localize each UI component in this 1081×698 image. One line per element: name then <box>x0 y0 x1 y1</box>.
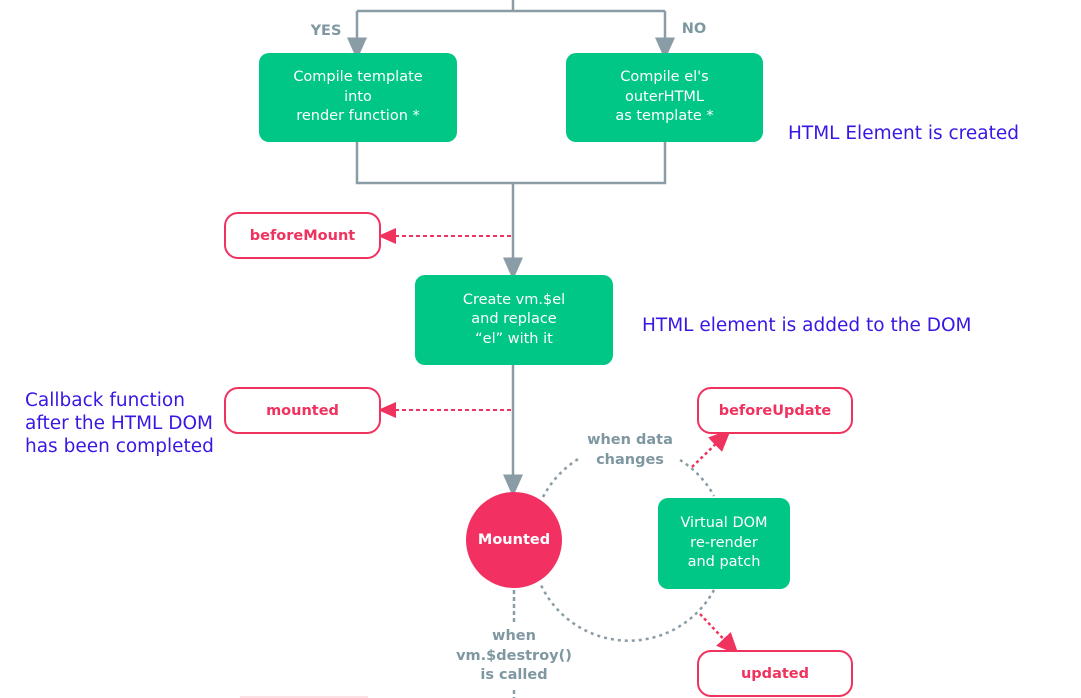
element-added-note: HTML element is added to the DOM <box>642 315 972 336</box>
before-update-hook: beforeUpdate <box>697 387 853 434</box>
destroy-label: when vm.$destroy() is called <box>456 628 572 683</box>
updated-link <box>699 613 739 656</box>
callback-note: Callback function after the HTML DOM has… <box>25 390 214 457</box>
before-mount-hook: beforeMount <box>224 212 381 259</box>
create-el-step: Create vm.$el and replace “el” with it <box>415 275 613 365</box>
element-created-note: HTML Element is created <box>788 123 1019 144</box>
compile-outer-html-step: Compile el's outerHTML as template * <box>566 53 763 142</box>
mounted-state-circle: Mounted <box>466 492 562 588</box>
mounted-hook: mounted <box>224 387 381 434</box>
before-update-link <box>691 429 732 468</box>
branch-top-line <box>357 0 665 13</box>
updated-hook: updated <box>697 650 853 697</box>
virtual-dom-step: Virtual DOM re-render and patch <box>658 498 790 589</box>
yes-label: YES <box>310 23 342 39</box>
merge-line <box>355 142 667 185</box>
data-changes-label: when data changes <box>587 432 673 468</box>
no-label: NO <box>681 21 707 37</box>
compile-template-step: Compile template into render function * <box>259 53 457 142</box>
